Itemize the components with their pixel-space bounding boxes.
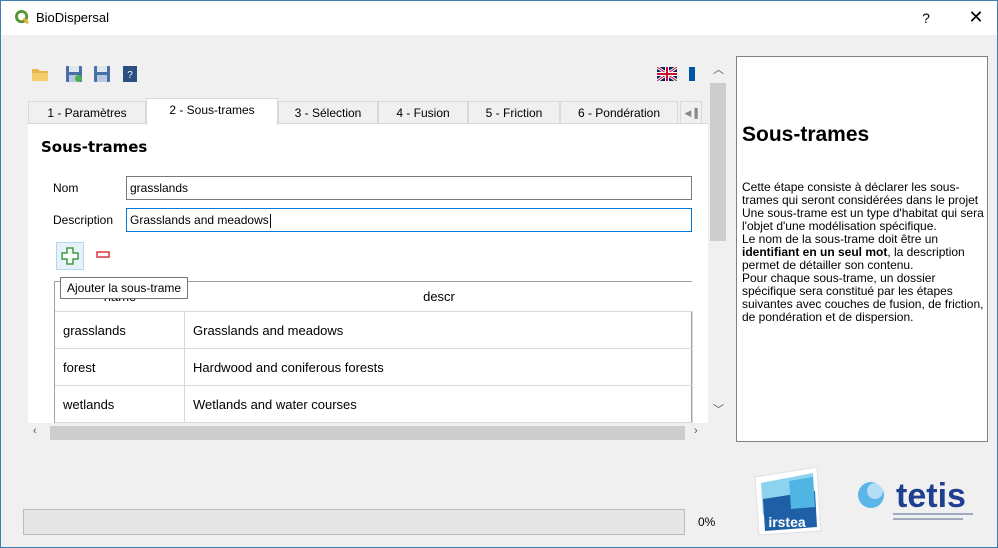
- description-label: Description: [53, 213, 114, 227]
- help-button[interactable]: ?: [914, 7, 938, 29]
- help-paragraph: Le nom de la sous-trame doit être un ide…: [742, 232, 965, 272]
- help-bold-text: identifiant en un seul mot: [742, 245, 888, 259]
- fr-flag-icon[interactable]: [689, 67, 695, 81]
- sous-trames-table: name descr grasslands Grasslands and mea…: [54, 281, 693, 423]
- table-cell-descr[interactable]: Hardwood and coniferous forests: [185, 349, 693, 386]
- open-folder-icon[interactable]: [31, 65, 49, 83]
- add-sous-trame-tooltip: Ajouter la sous-trame: [60, 277, 189, 299]
- help-panel: Sous-trames Cette étape consiste à décla…: [736, 56, 988, 442]
- table-cell-name[interactable]: wetlands: [55, 386, 185, 423]
- save-as-icon[interactable]: [65, 65, 83, 83]
- window-title: BioDispersal: [36, 10, 109, 25]
- remove-sous-trame-button[interactable]: [90, 242, 118, 270]
- progress-percent: 0%: [698, 515, 716, 529]
- description-input[interactable]: Grasslands and meadows: [126, 208, 692, 232]
- irstea-logo: irstea: [753, 465, 823, 537]
- tab-parametres[interactable]: 1 - Paramètres: [28, 101, 146, 124]
- help-book-icon[interactable]: ?: [121, 65, 139, 83]
- table-cell-name[interactable]: forest: [55, 349, 185, 386]
- uk-flag-icon[interactable]: [657, 67, 677, 81]
- name-label: Nom: [53, 181, 79, 195]
- tab-scroll-left-button[interactable]: ◀▐: [680, 101, 702, 124]
- tab-fusion[interactable]: 4 - Fusion: [378, 101, 468, 124]
- minus-icon: [96, 251, 110, 258]
- tab-bar: 1 - Paramètres 2 - Sous-trames 3 - Sélec…: [28, 98, 708, 125]
- progress-bar: [23, 509, 685, 535]
- help-paragraph: Une sous-trame est un type d'habitat qui…: [742, 206, 984, 233]
- scroll-left-icon[interactable]: ‹: [33, 425, 37, 437]
- section-title: Sous-trames: [41, 138, 148, 156]
- scroll-down-icon[interactable]: ﹀: [713, 401, 724, 417]
- description-value: Grasslands and meadows: [130, 213, 269, 227]
- vertical-scroll-thumb[interactable]: [710, 83, 726, 241]
- tab-ponderation[interactable]: 6 - Pondération: [560, 101, 678, 124]
- svg-text:tetis: tetis: [896, 477, 966, 515]
- table-cell-descr[interactable]: Grasslands and meadows: [185, 312, 693, 349]
- horizontal-scroll-thumb[interactable]: [50, 426, 685, 440]
- name-input[interactable]: grasslands: [126, 176, 692, 200]
- text-caret: [269, 213, 271, 228]
- qgis-logo-icon: [15, 10, 30, 25]
- add-sous-trame-button[interactable]: [56, 242, 84, 270]
- sous-trames-panel: Sous-trames Nom grasslands Description G…: [28, 123, 708, 423]
- horizontal-scrollbar[interactable]: ‹ ›: [28, 423, 708, 443]
- biodispersal-dialog: BioDispersal ? ✕ ? 1 - Paramètres 2 - So…: [0, 0, 998, 548]
- help-paragraph: Cette étape consiste à déclarer les sous…: [742, 180, 979, 207]
- scroll-right-icon[interactable]: ›: [694, 425, 698, 437]
- svg-text:?: ?: [127, 70, 133, 81]
- help-title: Sous-trames: [742, 123, 870, 146]
- save-icon[interactable]: [93, 65, 111, 83]
- tetis-logo: tetis: [849, 471, 979, 529]
- close-button[interactable]: ✕: [963, 5, 989, 29]
- scroll-up-icon[interactable]: ︿: [713, 61, 724, 77]
- vertical-scrollbar[interactable]: ︿ ﹀: [708, 57, 728, 423]
- svg-text:irstea: irstea: [768, 514, 806, 530]
- title-bar: BioDispersal ? ✕: [1, 1, 997, 35]
- help-text: Cette étape consiste à déclarer les sous…: [742, 181, 986, 324]
- column-header-descr[interactable]: descr: [185, 282, 693, 312]
- help-paragraph: Pour chaque sous-trame, un dossier spéci…: [742, 271, 984, 324]
- table-cell-descr[interactable]: Wetlands and water courses: [185, 386, 693, 423]
- tab-selection[interactable]: 3 - Sélection: [278, 101, 378, 124]
- plus-icon: [61, 247, 79, 265]
- table-cell-name[interactable]: grasslands: [55, 312, 185, 349]
- tab-sous-trames[interactable]: 2 - Sous-trames: [146, 98, 278, 125]
- tab-friction[interactable]: 5 - Friction: [468, 101, 560, 124]
